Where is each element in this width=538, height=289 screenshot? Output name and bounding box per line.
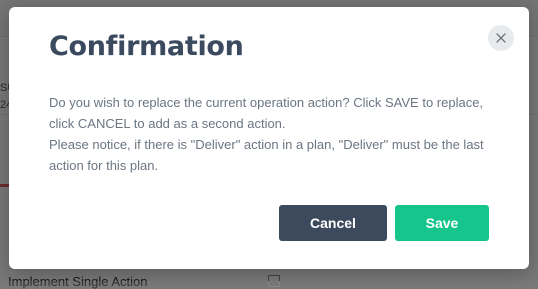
confirmation-dialog: Confirmation Do you wish to replace the … (9, 7, 529, 269)
save-button[interactable]: Save (395, 205, 489, 241)
dialog-message-line: Please notice, if there is "Deliver" act… (49, 137, 484, 173)
close-button[interactable] (488, 25, 514, 51)
close-icon (496, 33, 506, 43)
dialog-message: Do you wish to replace the current opera… (49, 92, 499, 176)
dialog-title: Confirmation (49, 31, 244, 62)
cancel-button[interactable]: Cancel (279, 205, 387, 241)
dialog-message-line: Do you wish to replace the current opera… (49, 95, 484, 131)
